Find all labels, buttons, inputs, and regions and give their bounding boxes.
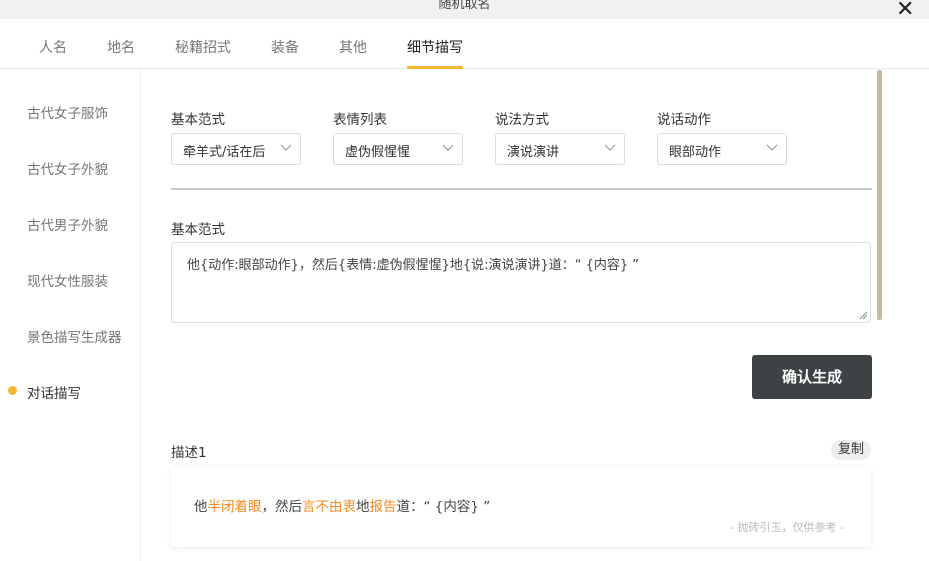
title-bar: 随机取名 ✕ bbox=[0, 0, 929, 22]
tab-secret-moves[interactable]: 秘籍招式 bbox=[175, 37, 231, 57]
sidebar-item-ancient-male-appearance[interactable]: 古代男子外貌 bbox=[27, 214, 108, 234]
result-title: 描述1 bbox=[171, 445, 207, 461]
select-value: 牵羊式/话在后 bbox=[183, 145, 266, 160]
tab-place-name[interactable]: 地名 bbox=[107, 37, 135, 57]
template-label: 基本范式 bbox=[171, 222, 225, 238]
expression-list-select[interactable]: 虚伪假惺惺 bbox=[333, 133, 463, 165]
template-textarea[interactable]: 他{动作:眼部动作}，然后{表情:虚伪假惺惺}地{说:演说演讲}道：“ {内容}… bbox=[171, 242, 871, 323]
speaking-manner-select[interactable]: 演说演讲 bbox=[495, 133, 625, 165]
chevron-down-icon bbox=[280, 144, 292, 151]
copy-button[interactable]: 复制 bbox=[831, 440, 871, 460]
chevron-down-icon bbox=[442, 144, 454, 151]
scrollbar-thumb[interactable] bbox=[877, 70, 882, 320]
sidebar-item-modern-female-clothing[interactable]: 现代女性服装 bbox=[27, 270, 108, 290]
tab-detail-description[interactable]: 细节描写 bbox=[407, 37, 463, 57]
select-value: 演说演讲 bbox=[507, 145, 560, 160]
tab-bar: 人名 地名 秘籍招式 装备 其他 细节描写 bbox=[0, 19, 929, 69]
result-segment: 地 bbox=[356, 499, 370, 515]
basic-pattern-select[interactable]: 牵羊式/话在后 bbox=[171, 133, 301, 165]
field-label-basic-pattern: 基本范式 bbox=[171, 112, 225, 128]
chevron-down-icon bbox=[766, 144, 778, 151]
select-value: 虚伪假惺惺 bbox=[345, 145, 411, 160]
sidebar-item-ancient-female-clothing[interactable]: 古代女子服饰 bbox=[27, 102, 108, 122]
result-segment: 道：“ {内容} ” bbox=[396, 499, 491, 515]
resize-handle-icon[interactable] bbox=[859, 311, 868, 320]
sidebar bbox=[0, 70, 141, 561]
tab-equipment[interactable]: 装备 bbox=[271, 37, 299, 57]
chevron-down-icon bbox=[604, 144, 616, 151]
field-label-expression-list: 表情列表 bbox=[333, 112, 387, 128]
result-card: 他半闭着眼，然后言不由衷地报告道：“ {内容} ” - 抛砖引玉，仅供参考 - bbox=[171, 467, 871, 547]
field-label-speaking-action: 说话动作 bbox=[657, 112, 711, 128]
template-text: 他{动作:眼部动作}，然后{表情:虚伪假惺惺}地{说:演说演讲}道：“ {内容}… bbox=[187, 258, 640, 273]
sidebar-item-scenery-generator[interactable]: 景色描写生成器 bbox=[27, 326, 122, 346]
result-segment-highlight: 报告 bbox=[369, 499, 397, 515]
result-text: 他半闭着眼，然后言不由衷地报告道：“ {内容} ” bbox=[194, 495, 490, 515]
confirm-generate-button[interactable]: 确认生成 bbox=[752, 355, 872, 399]
sidebar-item-dialogue[interactable]: 对话描写 bbox=[27, 382, 81, 402]
active-item-dot bbox=[8, 386, 17, 395]
result-segment-highlight: 言不由衷 bbox=[302, 499, 356, 515]
disclaimer-text: - 抛砖引玉，仅供参考 - bbox=[730, 521, 844, 534]
active-tab-indicator bbox=[407, 66, 463, 69]
result-segment-highlight: 半闭着眼 bbox=[207, 499, 262, 515]
speaking-action-select[interactable]: 眼部动作 bbox=[657, 133, 787, 165]
result-segment: ，然后 bbox=[261, 499, 303, 515]
field-label-speaking-manner: 说法方式 bbox=[495, 112, 549, 128]
select-value: 眼部动作 bbox=[669, 145, 722, 160]
tab-other[interactable]: 其他 bbox=[339, 37, 367, 57]
sidebar-item-ancient-female-appearance[interactable]: 古代女子外貌 bbox=[27, 158, 108, 178]
tab-person-name[interactable]: 人名 bbox=[39, 37, 67, 57]
result-segment: 他 bbox=[194, 499, 208, 515]
section-divider bbox=[171, 188, 872, 190]
window-title: 随机取名 bbox=[438, 0, 491, 12]
